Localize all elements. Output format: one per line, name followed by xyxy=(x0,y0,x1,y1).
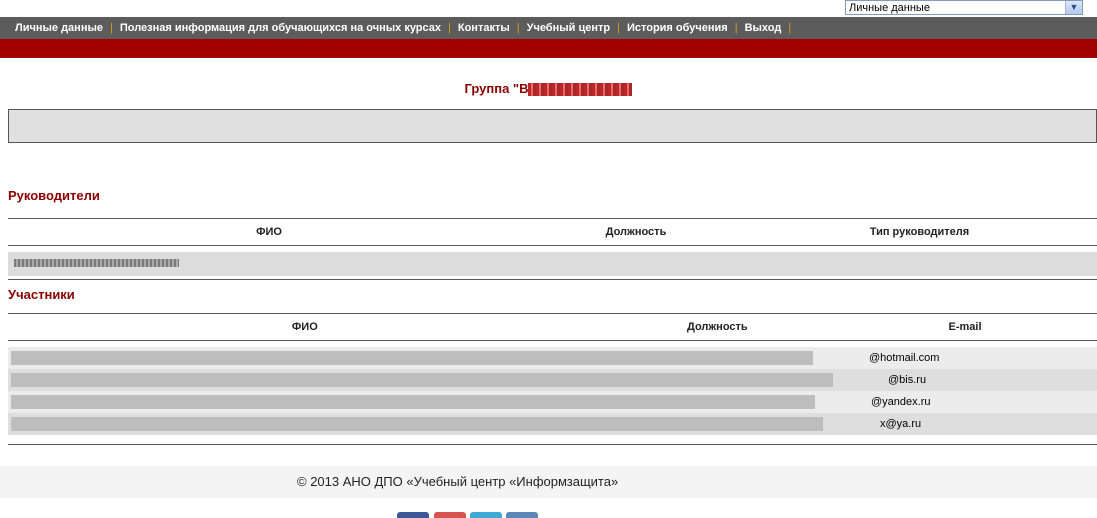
chevron-down-icon[interactable]: ▼ xyxy=(1065,1,1082,14)
leader-type xyxy=(742,252,1097,276)
profile-select-value: Личные данные xyxy=(849,2,930,14)
footer: © 2013 АНО ДПО «Учебный центр «Информзащ… xyxy=(0,466,1097,498)
redacted-name xyxy=(14,258,179,267)
table-row: @hotmail.com xyxy=(8,346,1097,369)
nav-item-personal-data[interactable]: Личные данные xyxy=(8,22,110,34)
members-col-position: Должность xyxy=(601,313,833,341)
nav-item-history[interactable]: История обучения xyxy=(620,22,735,34)
group-info-box xyxy=(8,109,1097,143)
member-name xyxy=(8,391,833,413)
profile-select[interactable]: Личные данные ▼ xyxy=(845,0,1083,15)
members-col-email: E-mail xyxy=(833,313,1097,341)
leaders-col-fio: ФИО xyxy=(8,218,530,246)
main-nav: Личные данные | Полезная информация для о… xyxy=(0,17,1097,39)
google-plus-icon[interactable] xyxy=(434,512,466,518)
members-table: ФИО Должность E-mail @hotmail.com @bis.r… xyxy=(8,313,1097,435)
leaders-title: Руководители xyxy=(8,188,100,203)
member-email[interactable]: @bis.ru xyxy=(833,369,1097,391)
redacted-name xyxy=(11,416,823,431)
members-title: Участники xyxy=(8,287,75,302)
member-name xyxy=(8,347,833,369)
vk-icon[interactable] xyxy=(506,512,538,518)
member-email[interactable]: x@ya.ru xyxy=(833,413,1097,435)
members-col-fio: ФИО xyxy=(8,313,602,341)
member-name xyxy=(8,413,833,435)
member-email[interactable]: @yandex.ru xyxy=(833,391,1097,413)
leaders-col-position: Должность xyxy=(530,218,742,246)
twitter-icon[interactable] xyxy=(470,512,502,518)
nav-item-useful-info[interactable]: Полезная информация для обучающихся на о… xyxy=(113,22,448,34)
copyright-text: © 2013 АНО ДПО «Учебный центр «Информзащ… xyxy=(297,474,619,489)
leaders-table: ФИО Должность Тип руководителя xyxy=(8,218,1097,280)
facebook-icon[interactable] xyxy=(397,512,429,518)
nav-item-contacts[interactable]: Контакты xyxy=(451,22,517,34)
accent-bar xyxy=(0,39,1097,58)
leader-name[interactable] xyxy=(8,252,530,276)
nav-item-logout[interactable]: Выход xyxy=(738,22,789,34)
table-row xyxy=(8,251,1097,276)
leader-position xyxy=(530,252,742,276)
nav-separator: | xyxy=(788,22,792,34)
member-email[interactable]: @hotmail.com xyxy=(833,347,1097,369)
group-title-text: Группа "В xyxy=(464,81,529,96)
redacted-name xyxy=(11,372,833,387)
table-row: @bis.ru xyxy=(8,368,1097,391)
divider xyxy=(8,444,1097,445)
nav-item-training-center[interactable]: Учебный центр xyxy=(520,22,617,34)
redacted-group-name xyxy=(528,83,633,97)
table-row: x@ya.ru xyxy=(8,412,1097,435)
table-row: @yandex.ru xyxy=(8,390,1097,413)
redacted-name xyxy=(11,394,815,409)
group-title: Группа "В xyxy=(0,81,1097,97)
redacted-name xyxy=(11,350,813,365)
leaders-col-type: Тип руководителя xyxy=(742,218,1097,246)
member-name xyxy=(8,369,833,391)
